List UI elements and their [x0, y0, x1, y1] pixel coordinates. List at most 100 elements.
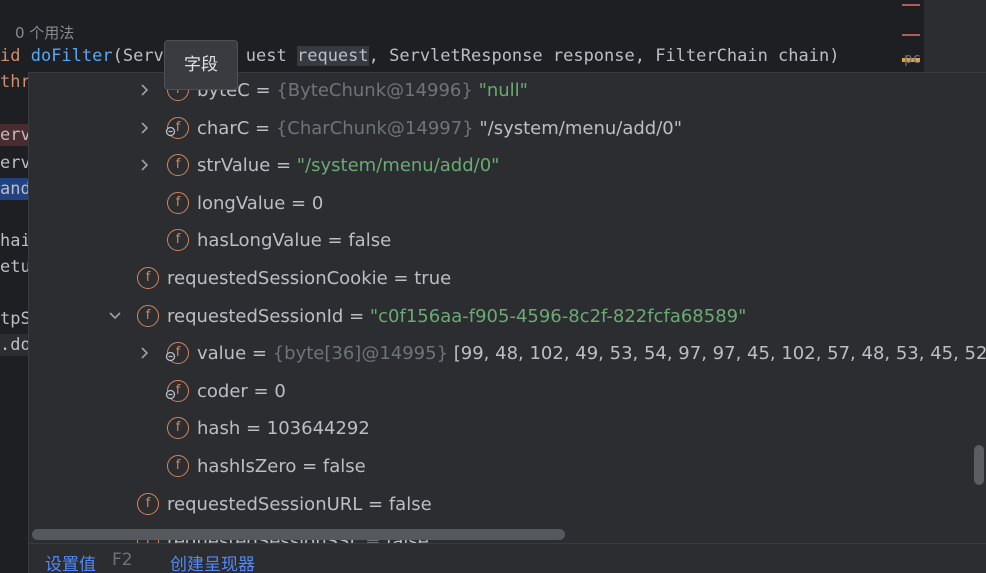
code-fragment: hai [0, 231, 31, 251]
field-type: {ByteChunk@14996} [276, 80, 479, 101]
tree-row-text: requestedSessionCookie = true [167, 260, 451, 297]
tree-row-coder[interactable]: f coder = 0 [29, 373, 986, 410]
equals-sign: = [285, 192, 312, 214]
field-name: hashIsZero [197, 456, 297, 477]
field-value: "c0f156aa-f905-4596-8c2f-822fcfa68589" [369, 305, 747, 327]
chevron-right-icon[interactable] [138, 346, 152, 360]
equals-sign: = [270, 155, 297, 177]
field-icon: f [167, 191, 189, 214]
chevron-right-icon[interactable] [138, 158, 152, 172]
field-value: 0 [274, 380, 286, 402]
tree-row-longValue[interactable]: f longValue = 0 [29, 185, 986, 222]
code-fragment: erv [0, 153, 31, 173]
tree-row-hashIsZero[interactable]: f hashIsZero = false [29, 448, 986, 485]
set-value-link[interactable]: 设置值 [45, 550, 96, 573]
create-renderer-link[interactable]: 创建呈现器 [170, 550, 255, 573]
field-name: requestedSessionURL [167, 493, 363, 515]
equals-sign: = [362, 493, 389, 515]
error-stripe-mark[interactable] [902, 34, 920, 36]
code-fragment: tpS [0, 309, 31, 329]
tree-row-text: hashIsZero = false [197, 448, 366, 485]
popup-bottom-bar: 设置值 F2 创建呈现器 [29, 543, 986, 573]
tree-row-text: coder = 0 [197, 373, 286, 410]
set-value-shortcut: F2 [112, 550, 133, 570]
usages-hint[interactable]: 0 个用法 [15, 22, 74, 43]
code-fragment: erv [0, 124, 31, 146]
tree-row-text: hash = 103644292 [197, 410, 370, 447]
tree-row-text: requestedSessionId = "c0f156aa-f905-4596… [167, 298, 746, 335]
code-line-signature[interactable]: id doFilter(Serv uest request, ServletRes… [0, 46, 839, 66]
tree-row-requestedSessionURL[interactable]: f requestedSessionURL = false [29, 486, 986, 523]
equals-sign: = [240, 418, 267, 440]
tree-row-hash[interactable]: f hash = 103644292 [29, 410, 986, 447]
equals-sign: = [387, 268, 415, 289]
field-name: value [197, 343, 247, 365]
equals-sign: = [321, 230, 349, 252]
field-value: 0 [311, 192, 324, 214]
field-name: charC [197, 117, 250, 139]
highlighted-identifier: request [296, 46, 369, 66]
field-name: hash [197, 418, 241, 440]
field-icon: f [167, 229, 189, 252]
field-icon: f [137, 267, 159, 289]
field-value: "null" [478, 80, 528, 101]
gutter-text: pc [904, 51, 921, 67]
tree-row-text: value = {byte[36]@14995} [99, 48, 102, 4… [197, 335, 986, 372]
field-type: {byte[36]@14995} [272, 343, 454, 365]
field-name: hasLongValue [197, 230, 322, 252]
field-icon: f [167, 455, 189, 477]
tree-row-strValue[interactable]: f strValue = "/system/menu/add/0" [29, 147, 986, 184]
debugger-variables-popup: fbyteC = {ByteChunk@14996} "null"fcharC … [28, 72, 986, 573]
tree-row-charC[interactable]: f charC = {CharChunk@14997} "/system/menu… [29, 110, 986, 147]
field-value: "/system/menu/add/0" [479, 117, 683, 139]
field-tooltip: 字段 [164, 40, 238, 90]
equals-sign: = [296, 456, 323, 477]
tree-row-text: strValue = "/system/menu/add/0" [197, 147, 499, 184]
field-value: [99, 48, 102, 49, 53, 54, 97, 97, 45, 10… [453, 343, 986, 365]
field-value: 103644292 [266, 418, 370, 440]
chevron-right-icon[interactable] [138, 83, 152, 97]
chevron-down-icon[interactable] [108, 309, 122, 323]
method-name: doFilter [30, 46, 113, 66]
equals-sign: = [343, 305, 370, 327]
horizontal-scrollbar[interactable] [32, 529, 565, 540]
field-name: coder [197, 380, 248, 402]
error-stripe-mark[interactable] [902, 4, 920, 6]
code-fragment-params-end: , ServletResponse response, FilterChain … [368, 46, 840, 66]
final-lock-icon [165, 113, 176, 136]
code-fragment: and [0, 178, 31, 200]
tree-row-hasLongValue[interactable]: f hasLongValue = false [29, 222, 986, 259]
equals-sign: = [249, 80, 277, 101]
field-icon: f [167, 417, 189, 440]
field-name: strValue [197, 155, 271, 177]
equals-sign: = [247, 380, 275, 402]
equals-sign: = [249, 117, 276, 139]
field-name: requestedSessionId [167, 305, 344, 327]
final-lock-icon [165, 376, 176, 399]
field-icon: f [137, 492, 159, 515]
tree-row-requestedSessionCookie[interactable]: f requestedSessionCookie = true [29, 260, 986, 297]
chevron-right-icon[interactable] [138, 121, 152, 135]
field-type: {CharChunk@14997} [275, 117, 480, 139]
field-value: true [414, 268, 452, 289]
variables-tree[interactable]: fbyteC = {ByteChunk@14996} "null"fcharC … [29, 73, 986, 543]
field-name: longValue [197, 192, 286, 214]
code-fragment-prefix: id [0, 46, 31, 66]
tree-row-text: byteC = {ByteChunk@14996} "null" [197, 73, 528, 109]
tree-row-text: requestedSessionURL = false [167, 486, 432, 523]
equals-sign: = [246, 343, 273, 365]
field-name: requestedSessionCookie [167, 268, 388, 289]
code-fragment: .do [0, 334, 31, 356]
field-value: "/system/menu/add/0" [296, 155, 500, 177]
tree-row-text: charC = {CharChunk@14997} "/system/menu/… [197, 110, 682, 147]
final-lock-icon [165, 338, 176, 362]
tree-row-text: longValue = 0 [197, 185, 323, 222]
tree-row-requestedSessionId[interactable]: f requestedSessionId = "c0f156aa-f905-459… [29, 298, 986, 335]
field-icon: f [167, 154, 189, 177]
code-fragment-params-mid: uest [245, 46, 297, 66]
field-value: false [348, 230, 392, 252]
field-value: false [388, 493, 432, 515]
vertical-scrollbar[interactable] [974, 445, 984, 485]
code-fragment-params-start: (Serv [112, 46, 164, 66]
tree-row-value[interactable]: f value = {byte[36]@14995} [99, 48, 102, … [29, 335, 986, 372]
